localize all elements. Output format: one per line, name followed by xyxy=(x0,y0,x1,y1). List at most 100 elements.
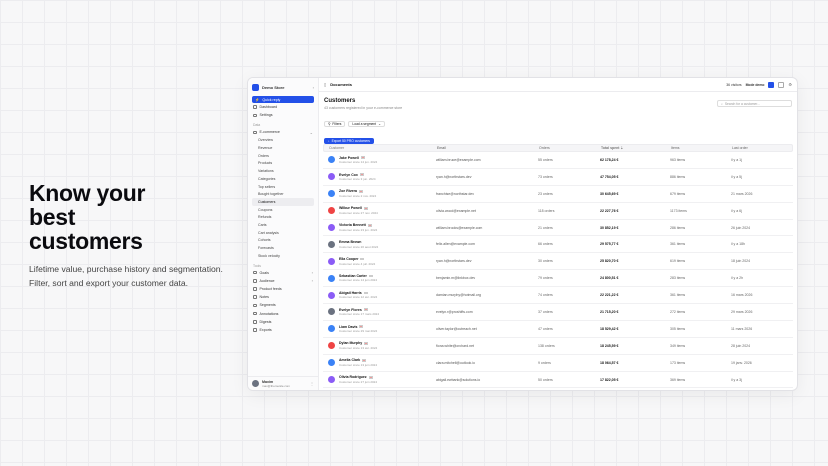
sidebar-subitem-stock-velocity[interactable]: Stock velocity xyxy=(248,252,318,260)
hero: Know your best customers Lifetime value,… xyxy=(29,181,239,290)
col-total-spent[interactable]: Total spent ⇣ xyxy=(601,146,671,150)
ecommerce-subnav: Overview Revenue Orders Products Variations C… xyxy=(248,137,318,260)
customer-total-spent: 30 852,19 € xyxy=(600,225,619,230)
sidebar-item-dashboard[interactable]: Dashboard xyxy=(248,103,318,111)
table-row[interactable]: Zoe Rivera Customer since 2 nov. 2024 fran… xyxy=(323,186,793,203)
sidebar-subitem-carts[interactable]: Carts xyxy=(248,221,318,229)
sort-desc-icon: ⇣ xyxy=(620,146,624,150)
sidebar-item-ecommerce[interactable]: E-commerce ⌄ xyxy=(248,128,318,136)
customer-orders: 118 orders xyxy=(538,208,555,213)
sidebar-subitem-top-sellers[interactable]: Top sellers xyxy=(248,183,318,191)
avatar xyxy=(328,308,335,316)
sidebar-subitem-revenue[interactable]: Revenue xyxy=(248,144,318,152)
user-menu[interactable]: Maxim max@themeisle.com ⋮ xyxy=(248,376,318,390)
sidebar-subitem-products[interactable]: Products xyxy=(248,160,318,168)
sidebar-item-notes[interactable]: Notes xyxy=(248,293,318,301)
col-last-order[interactable]: Last order xyxy=(732,146,792,150)
customer-name: Emma Brown xyxy=(339,240,362,245)
customer-orders: 47 orders xyxy=(538,326,553,331)
search-input[interactable]: ⌕ Search for a customer... xyxy=(717,100,792,107)
sidebar-subitem-categories[interactable]: Categories xyxy=(248,175,318,183)
customer-name: Olivia Rodriguez xyxy=(339,375,367,380)
quick-reply-button[interactable]: ⚡ Quick reply xyxy=(252,96,314,103)
sidebar-subitem-bought-together[interactable]: Bought together xyxy=(248,190,318,198)
gear-icon[interactable]: ⚙ xyxy=(788,82,792,87)
cart-icon xyxy=(253,130,257,135)
table-row[interactable]: Victoria Bennett Customer since 23 jun. 2… xyxy=(323,220,793,237)
sidebar-subitem-coupons[interactable]: Coupons xyxy=(248,206,318,214)
table-row[interactable]: Wilbur Powell Customer since 27 nov. 2024… xyxy=(323,203,793,220)
mode-toggle[interactable]: Mode demo xyxy=(746,83,765,87)
customer-name: Wilbur Powell xyxy=(339,206,362,211)
customer-since: Customer since 13 juin 2024 xyxy=(339,362,378,367)
customer-total-spent: 62 178,24 € xyxy=(600,157,619,162)
customer-items: 963 items xyxy=(670,157,686,162)
customer-total-spent: 18 529,42 € xyxy=(600,326,619,331)
customer-email: oliver.taylor@outreach.net xyxy=(436,326,477,331)
flag-icon xyxy=(363,308,368,312)
table-row[interactable]: Dylan Murphy Customer since 13 avr. 2024 f… xyxy=(323,338,793,355)
flag-icon xyxy=(358,190,363,193)
segment-select[interactable]: Load a segment ⌄ xyxy=(348,121,385,127)
table-row[interactable]: Abigail Harris Customer since 12 avr. 202… xyxy=(323,287,793,305)
customer-since: Customer since 4 juil. 2024 xyxy=(339,261,376,266)
sidebar-item-goals[interactable]: Goals › xyxy=(248,269,318,277)
table-row[interactable]: Liam Davis Customer since 29 mai 2024 oliv… xyxy=(323,321,793,338)
flag-icon xyxy=(362,359,367,362)
table-row[interactable]: Sebastian Carter Customer since 14 juin 2… xyxy=(323,270,793,288)
table-row[interactable]: Evelyn Cox Customer since 3 jun. 2024 ryan… xyxy=(323,169,793,186)
sidebar-item-annotations[interactable]: Annotations xyxy=(248,310,318,318)
sidebar-subitem-forecasts[interactable]: Forecasts xyxy=(248,244,318,252)
table-row[interactable]: Jake Powell Customer since 14 jun. 2024 wi… xyxy=(323,152,793,169)
avatar xyxy=(328,257,335,265)
sidebar-item-settings[interactable]: Settings xyxy=(248,111,318,119)
customer-last-order: 16 mars 2026 xyxy=(731,293,753,298)
table-row[interactable]: Emma Brown Customer since 20 aout 2024 fel… xyxy=(323,236,793,254)
filters-button[interactable]: ⚲ Filters xyxy=(324,121,346,127)
sidebar-subitem-cohorts[interactable]: Cohorts xyxy=(248,237,318,245)
section-label-data: Data xyxy=(253,123,261,128)
sidebar-subitem-cart-analysis[interactable]: Cart analysis xyxy=(248,229,318,237)
avatar xyxy=(328,190,335,198)
sidebar-subitem-orders[interactable]: Orders xyxy=(248,152,318,160)
customer-total-spent: 18 064,57 € xyxy=(600,360,619,365)
table-row[interactable]: Evelyn Flores Customer since 17 mars 2024… xyxy=(323,304,793,321)
home-icon xyxy=(253,105,257,109)
customer-total-spent: 25 820,70 € xyxy=(600,259,619,264)
sidebar-toggle-icon[interactable]: ▯ xyxy=(324,82,326,87)
store-switcher[interactable]: Demo Store › xyxy=(248,78,318,96)
sidebar-subitem-customers[interactable]: Customers xyxy=(252,198,314,206)
customer-last-order: 11 mars 2026 xyxy=(731,326,753,331)
customer-since: Customer since 27 nov. 2024 xyxy=(339,210,378,215)
sidebar-subitem-overview[interactable]: Overview xyxy=(248,137,318,145)
sidebar-subitem-refunds[interactable]: Refunds xyxy=(248,213,318,221)
customer-items: 286 items xyxy=(670,225,686,230)
avatar xyxy=(328,240,335,248)
table-row[interactable]: Olivia Rodriguez Customer since 27 juin 2… xyxy=(323,372,793,389)
col-customer[interactable]: Customer xyxy=(324,146,437,150)
table-row[interactable]: Amelia Clark Customer since 13 juin 2024 c… xyxy=(323,355,793,372)
avatar xyxy=(328,224,335,231)
sidebar-item-digests[interactable]: Digests xyxy=(248,318,318,326)
flag-icon xyxy=(367,224,372,227)
avatar xyxy=(328,342,335,350)
bolt-icon: ⚡ xyxy=(255,97,260,102)
table-row[interactable]: Ella Cooper Customer since 4 juil. 2024 ry… xyxy=(323,253,793,271)
col-orders[interactable]: Orders xyxy=(539,146,601,150)
flag-icon xyxy=(363,291,368,295)
layout-icon[interactable] xyxy=(778,81,785,88)
sidebar-item-segments[interactable]: Segments xyxy=(248,301,318,309)
customer-last-order: il y a 5j xyxy=(731,174,742,179)
customer-name: Ella Cooper xyxy=(339,257,359,262)
sidebar-subitem-variations[interactable]: Variations xyxy=(248,167,318,175)
col-email[interactable]: Email xyxy=(437,146,539,150)
sidebar-item-product-feeds[interactable]: Product feeds xyxy=(248,285,318,293)
customer-email: abigail.ewbank@solutions.io xyxy=(436,377,481,382)
sidebar-item-exports[interactable]: Exports xyxy=(248,326,318,334)
theme-icon[interactable] xyxy=(768,81,775,88)
sidebar: Demo Store › ⚡ Quick reply Dashboard Set… xyxy=(248,78,319,390)
hero-subtitle: Lifetime value, purchase history and seg… xyxy=(29,264,223,288)
customer-items: 349 items xyxy=(670,343,686,348)
sidebar-item-audience[interactable]: Audience › xyxy=(248,277,318,285)
col-items[interactable]: Items xyxy=(671,146,732,150)
